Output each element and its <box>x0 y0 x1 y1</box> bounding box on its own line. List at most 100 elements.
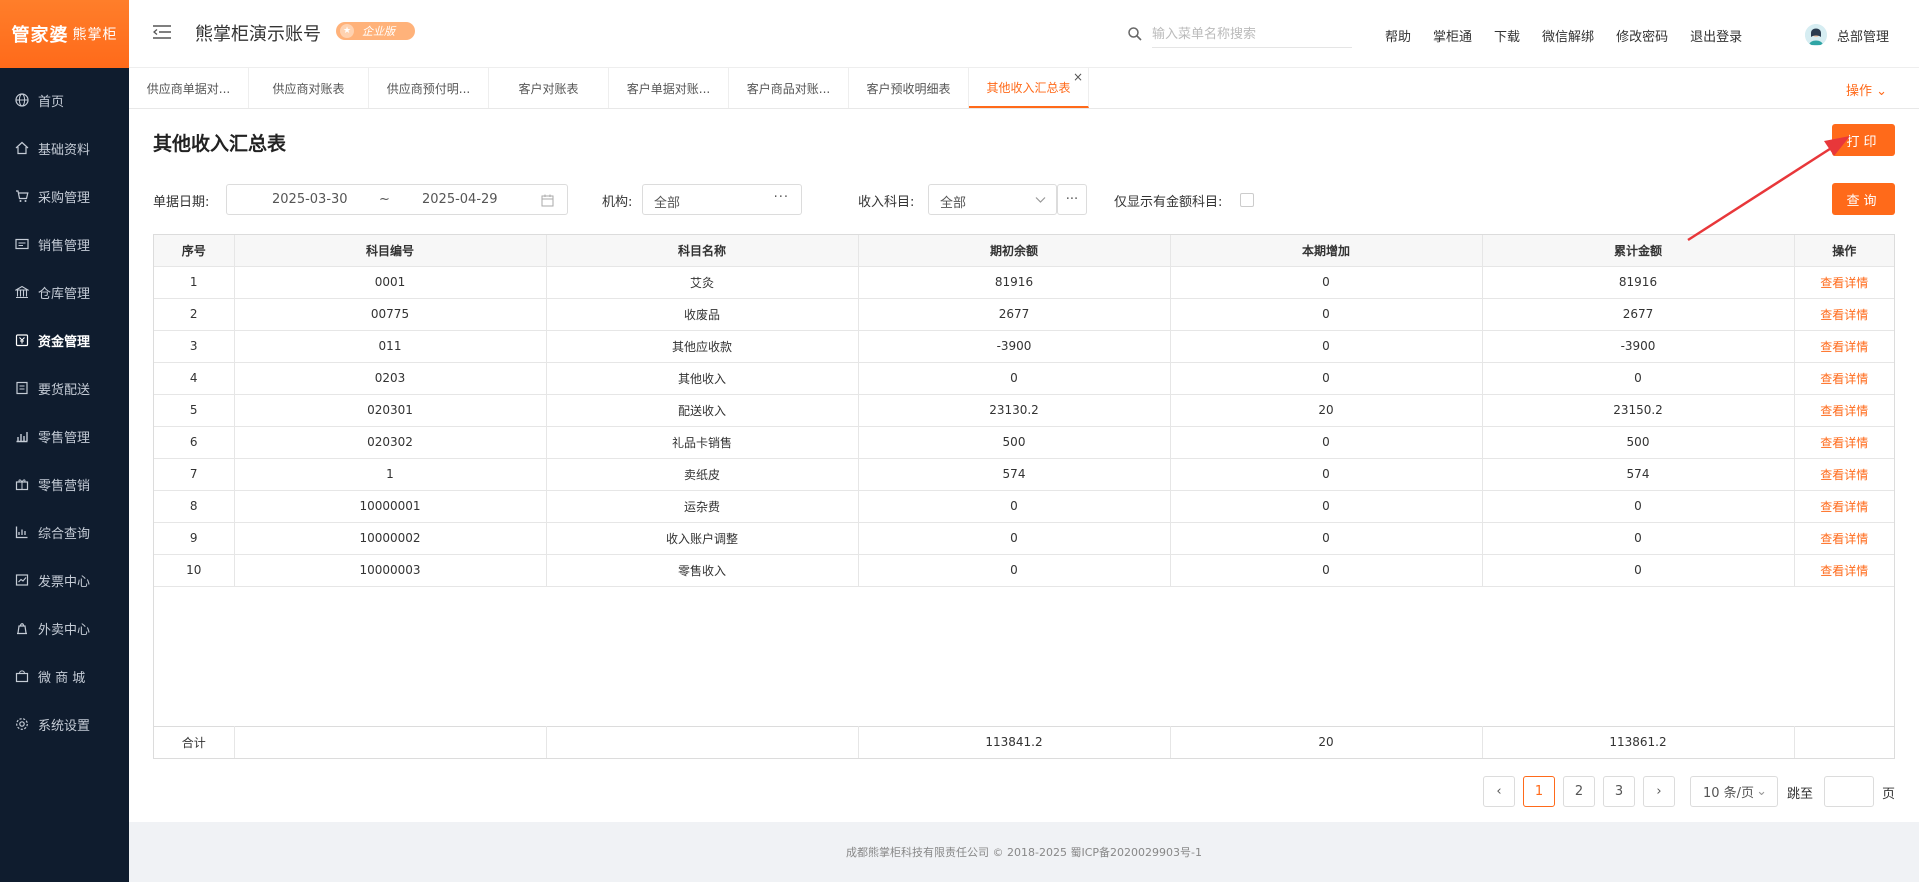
more-icon: ··· <box>773 190 789 205</box>
cell-name: 配送收入 <box>546 394 859 427</box>
sidebar-item-marketing[interactable]: 零售营销 <box>0 460 129 508</box>
col-header-action: 操作 <box>1794 235 1894 267</box>
org-select[interactable]: 全部 ··· <box>642 184 802 215</box>
cell-cumulative: 0 <box>1482 522 1795 555</box>
cell-opening: 0 <box>858 522 1171 555</box>
page-title: 其他收入汇总表 <box>153 133 287 155</box>
user-menu[interactable]: 总部管理 <box>1804 24 1889 46</box>
retail-icon <box>15 429 29 443</box>
sidebar-item-home[interactable]: 首页 <box>0 76 129 124</box>
cell-code: 0001 <box>234 266 547 299</box>
cell-cumulative: 81916 <box>1482 266 1795 299</box>
sidebar-item-takeout[interactable]: 外卖中心 <box>0 604 129 652</box>
jump-page-input[interactable] <box>1824 776 1874 807</box>
page-size-select[interactable]: 10 条/页 ⌄ <box>1690 776 1778 807</box>
sidebar-item-warehouse[interactable]: 仓库管理 <box>0 268 129 316</box>
table-row: 3 011 其他应收款 -3900 0 -3900 查看详情 <box>154 330 1894 363</box>
close-icon[interactable]: × <box>1073 70 1083 84</box>
col-header-code: 科目编号 <box>234 235 547 267</box>
income-subject-label: 收入科目: <box>858 195 915 210</box>
only-amount-checkbox[interactable] <box>1240 193 1254 207</box>
change-password-link[interactable]: 修改密码 <box>1616 26 1668 45</box>
wechat-unbind-link[interactable]: 微信解绑 <box>1542 26 1594 45</box>
cell-increase: 0 <box>1170 554 1483 587</box>
prev-page-button[interactable]: ‹ <box>1483 776 1515 807</box>
cell-code: 0203 <box>234 362 547 395</box>
date-end: 2025-04-29 <box>422 192 498 207</box>
tab-customer-prereceipt[interactable]: 客户预收明细表 <box>849 68 969 108</box>
cell-increase: 0 <box>1170 522 1483 555</box>
view-details-link[interactable]: 查看详情 <box>1794 266 1894 299</box>
search-icon <box>1128 27 1142 41</box>
search-input[interactable] <box>1152 22 1352 48</box>
cell-increase: 0 <box>1170 426 1483 459</box>
sidebar-item-retail[interactable]: 零售管理 <box>0 412 129 460</box>
download-link[interactable]: 下载 <box>1494 26 1520 45</box>
cell-increase: 0 <box>1170 362 1483 395</box>
sidebar-item-basic-data[interactable]: 基础资料 <box>0 124 129 172</box>
sidebar-item-purchase[interactable]: 采购管理 <box>0 172 129 220</box>
avatar <box>1804 24 1827 46</box>
sales-icon <box>15 237 29 251</box>
cell-index: 2 <box>154 298 235 331</box>
cell-index: 1 <box>154 266 235 299</box>
sidebar-item-label: 资金管理 <box>38 334 91 350</box>
cell-increase: 0 <box>1170 266 1483 299</box>
sidebar-item-query[interactable]: 综合查询 <box>0 508 129 556</box>
view-details-link[interactable]: 查看详情 <box>1794 554 1894 587</box>
help-link[interactable]: 帮助 <box>1385 26 1411 45</box>
money-icon <box>15 333 29 347</box>
view-details-link[interactable]: 查看详情 <box>1794 490 1894 523</box>
tab-customer-statement[interactable]: 客户对账表 <box>489 68 609 108</box>
brand-logo[interactable]: 管家婆 熊掌柜 <box>0 0 129 68</box>
page-footer: 成都熊掌柜科技有限责任公司 © 2018-2025 蜀ICP备202002990… <box>129 822 1919 882</box>
cell-name: 收入账户调整 <box>546 522 859 555</box>
page-button-3[interactable]: 3 <box>1603 776 1635 807</box>
sidebar-item-funds[interactable]: 资金管理 <box>0 316 129 364</box>
income-subject-more-button[interactable]: ··· <box>1057 184 1087 215</box>
view-details-link[interactable]: 查看详情 <box>1794 426 1894 459</box>
cell-code: 020301 <box>234 394 547 427</box>
print-button[interactable]: 打印 <box>1832 124 1895 156</box>
sidebar-item-settings[interactable]: 系统设置 <box>0 700 129 748</box>
view-details-link[interactable]: 查看详情 <box>1794 298 1894 331</box>
zhangguitong-link[interactable]: 掌柜通 <box>1433 26 1472 45</box>
tab-supplier-doc-reconcile[interactable]: 供应商单据对... <box>129 68 249 108</box>
menu-toggle-icon[interactable] <box>153 24 171 40</box>
sidebar-item-label: 微 商 城 <box>38 670 86 686</box>
warehouse-icon <box>15 285 29 299</box>
sidebar-item-delivery[interactable]: 要货配送 <box>0 364 129 412</box>
sidebar-item-label: 外卖中心 <box>38 622 91 638</box>
page-button-2[interactable]: 2 <box>1563 776 1595 807</box>
tab-label: 客户商品对账... <box>746 81 831 96</box>
tab-customer-goods-reconcile[interactable]: 客户商品对账... <box>729 68 849 108</box>
tab-supplier-prepay[interactable]: 供应商预付明... <box>369 68 489 108</box>
tab-supplier-statement[interactable]: 供应商对账表 <box>249 68 369 108</box>
sidebar-item-invoice[interactable]: 发票中心 <box>0 556 129 604</box>
tab-customer-doc-reconcile[interactable]: 客户单据对账... <box>609 68 729 108</box>
tab-label: 客户预收明细表 <box>866 81 951 96</box>
income-subject-select[interactable]: 全部 <box>928 184 1057 215</box>
query-button[interactable]: 查询 <box>1832 183 1895 215</box>
view-details-link[interactable]: 查看详情 <box>1794 522 1894 555</box>
next-page-button[interactable]: › <box>1643 776 1675 807</box>
total-cumulative: 113861.2 <box>1482 726 1795 758</box>
view-details-link[interactable]: 查看详情 <box>1794 394 1894 427</box>
view-details-link[interactable]: 查看详情 <box>1794 362 1894 395</box>
operations-dropdown[interactable]: 操作 ⌄ <box>1846 80 1887 99</box>
cell-code: 10000002 <box>234 522 547 555</box>
sidebar-item-label: 发票中心 <box>38 574 91 590</box>
date-range-picker[interactable]: 2025-03-30 ~ 2025-04-29 <box>226 184 568 215</box>
page-button-1[interactable]: 1 <box>1523 776 1555 807</box>
sidebar-item-label: 首页 <box>38 94 65 110</box>
logout-link[interactable]: 退出登录 <box>1690 26 1742 45</box>
chart-icon <box>15 525 29 539</box>
sidebar-item-sales[interactable]: 销售管理 <box>0 220 129 268</box>
col-header-opening: 期初余额 <box>858 235 1171 267</box>
view-details-link[interactable]: 查看详情 <box>1794 330 1894 363</box>
cell-opening: 0 <box>858 490 1171 523</box>
cell-increase: 0 <box>1170 458 1483 491</box>
view-details-link[interactable]: 查看详情 <box>1794 458 1894 491</box>
tab-other-income-summary[interactable]: 其他收入汇总表 × <box>969 68 1089 108</box>
sidebar-item-mall[interactable]: 微 商 城 <box>0 652 129 700</box>
